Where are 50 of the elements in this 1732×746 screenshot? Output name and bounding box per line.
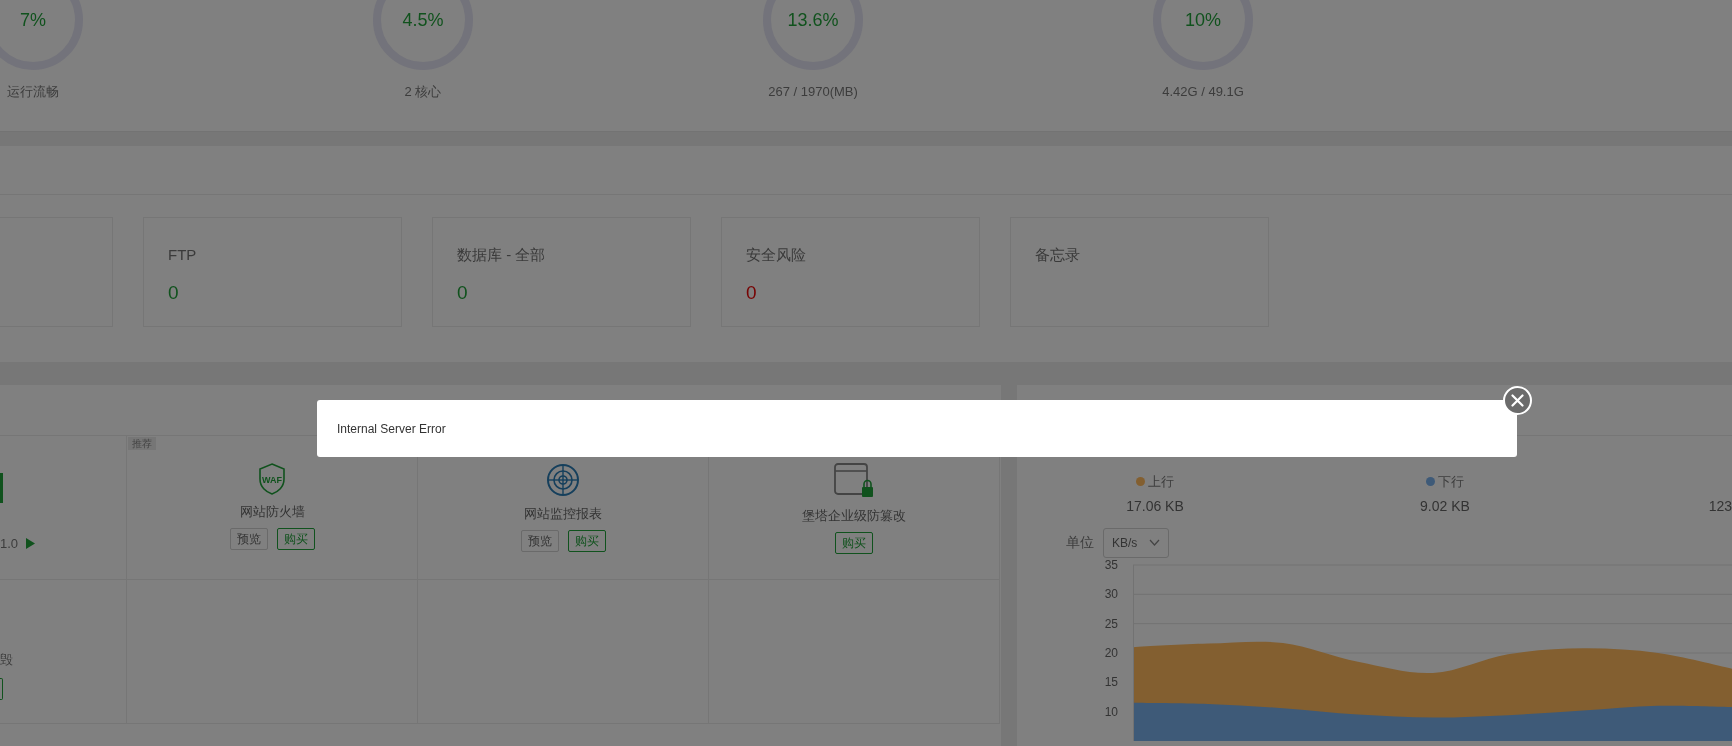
app-name: 网站防火墙 (239, 503, 305, 521)
card-value: 0 (168, 280, 180, 305)
app-name: 网站监控报表 (524, 505, 602, 523)
card-title: 数据库 - 全部 (457, 245, 547, 265)
gauge-label: 2 核心 (404, 83, 442, 101)
axis-tick-label: 35 (1104, 558, 1118, 572)
overview-card[interactable]: FTP 0 (143, 217, 402, 327)
gauge-label: 4.42G / 49.1G (1162, 83, 1244, 101)
axis-tick-label: 30 (1104, 586, 1118, 601)
target-icon (545, 462, 581, 498)
preview-button[interactable]: 预览 (520, 529, 559, 552)
gauge-value: 7% (20, 8, 46, 32)
app-name: 堡塔企业级防篡改 (802, 507, 906, 525)
window-lock-icon (833, 462, 875, 500)
card-value: 0 (457, 280, 469, 305)
traffic-total: 9.02 KB (1420, 496, 1470, 516)
card-value: 0 (746, 280, 758, 305)
version-text: 1.0 (0, 535, 19, 553)
overview-card[interactable]: 备忘录 (1010, 217, 1269, 327)
bar-icon (0, 473, 3, 503)
unit-label: 单位 (1066, 533, 1094, 552)
buy-button[interactable]: 购买 (835, 531, 873, 554)
traffic-total: 123 (1708, 496, 1732, 516)
app-name: 毁 (0, 651, 13, 669)
gauge-value: 4.5% (402, 8, 444, 32)
gauge-label: 267 / 1970(MB) (768, 83, 858, 101)
gauge-value: 13.6% (787, 8, 839, 32)
close-icon (1511, 394, 1524, 407)
legend-label: 下行 (1438, 473, 1464, 491)
buy-button[interactable]: 购买 (567, 529, 606, 552)
card-title: 备忘录 (1035, 245, 1081, 265)
gauge-value: 10% (1185, 8, 1221, 32)
card-title: FTP (168, 245, 198, 265)
axis-tick-label: 10 (1104, 704, 1118, 719)
gauge-label: 运行流畅 (7, 83, 59, 101)
buy-button[interactable]: 购买 (276, 527, 315, 550)
overview-card[interactable]: 安全风险 0 (721, 217, 980, 327)
play-icon (26, 538, 36, 550)
axis-tick-label: 20 (1104, 645, 1118, 660)
axis-tick-label: 25 (1104, 616, 1118, 631)
caret-icon (1149, 539, 1161, 546)
preview-button[interactable]: 预览 (229, 527, 268, 550)
shield-icon: WAF (257, 462, 287, 496)
unit-select[interactable]: KB/s (1103, 527, 1170, 558)
overview-card[interactable]: 数据库 - 全部 0 (432, 217, 691, 327)
traffic-total: 17.06 KB (1126, 496, 1184, 516)
axis-tick-label: 15 (1104, 674, 1118, 689)
error-message: Internal Server Error (337, 420, 446, 438)
card-title: 安全风险 (746, 245, 807, 265)
legend-label: 上行 (1148, 473, 1174, 491)
